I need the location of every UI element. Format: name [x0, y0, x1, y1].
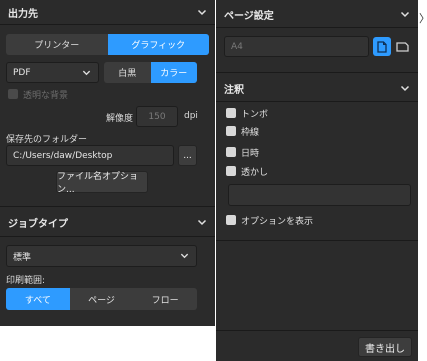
print-range-toggle: すべて ページ フロー [6, 288, 197, 310]
color-mode-color-option[interactable]: カラー [150, 62, 197, 83]
landscape-page-icon [395, 41, 409, 52]
checkbox-box [226, 215, 236, 225]
chevron-down-icon [82, 68, 92, 78]
save-folder-label: 保存先のフォルダー [6, 135, 88, 145]
paper-size-input[interactable]: A4 [224, 36, 369, 57]
crop-marks-checkbox[interactable]: トンボ [226, 107, 269, 120]
chevron-down-icon [180, 251, 190, 261]
portrait-page-icon [377, 40, 387, 53]
divider [216, 330, 418, 331]
checkbox-box [226, 126, 236, 136]
checkbox-box [226, 108, 236, 118]
divider [216, 27, 418, 28]
format-select[interactable]: PDF [6, 62, 99, 83]
job-type-select[interactable]: 標準 [6, 245, 197, 267]
chevron-down-icon [400, 83, 410, 93]
print-range-flow-option[interactable]: フロー [133, 288, 197, 310]
job-type-section-header[interactable]: ジョブタイプ [0, 210, 215, 234]
resolution-input[interactable]: 150 [136, 106, 178, 127]
date-time-label: 日時 [241, 148, 260, 159]
filename-options-button[interactable]: ファイル名オプション... [56, 171, 148, 195]
frame-lines-label: 枠線 [241, 127, 260, 138]
export-button[interactable]: 書き出し [358, 337, 412, 357]
checkbox-box [226, 147, 236, 157]
checkbox-box [226, 166, 236, 176]
watermark-text-input[interactable] [228, 184, 411, 206]
format-value: PDF [13, 67, 31, 78]
chevron-down-icon [197, 217, 207, 227]
side-strip: 〉 [418, 0, 427, 361]
resolution-label: 解像度 [106, 114, 134, 124]
transparent-background-label: 透明な背景 [23, 90, 69, 101]
color-mode-toggle: 白黒 カラー [104, 62, 197, 83]
browse-folder-button[interactable]: ... [178, 145, 197, 166]
divider [216, 101, 418, 102]
left-panel: 出力先 プリンター グラフィック PDF 白黒 カラー 透明な背景 解像度 15… [0, 0, 215, 326]
save-folder-input[interactable]: C:/Users/daw/Desktop [6, 145, 174, 166]
print-range-label: 印刷範囲: [6, 276, 46, 286]
divider [0, 24, 215, 25]
expand-arrow-icon[interactable]: 〉 [419, 10, 427, 26]
transparent-background-checkbox[interactable]: 透明な背景 [8, 88, 69, 101]
output-section-header[interactable]: 出力先 [0, 0, 215, 24]
chevron-down-icon [197, 7, 207, 17]
watermark-checkbox[interactable]: 透かし [226, 165, 269, 178]
notes-section-title: 注釈 [224, 84, 244, 96]
watermark-label: 透かし [241, 167, 269, 178]
destination-graphic-option[interactable]: グラフィック [107, 34, 209, 55]
destination-printer-option[interactable]: プリンター [6, 34, 108, 55]
output-section-title: 出力先 [8, 8, 38, 20]
color-mode-mono-option[interactable]: 白黒 [104, 62, 151, 83]
notes-section-header[interactable]: 注釈 [216, 76, 418, 100]
divider [216, 72, 418, 73]
show-options-checkbox[interactable]: オプションを表示 [226, 214, 314, 227]
job-type-value: 標準 [13, 252, 32, 263]
show-options-label: オプションを表示 [241, 216, 314, 227]
destination-toggle: プリンター グラフィック [6, 34, 209, 55]
print-range-page-option[interactable]: ページ [70, 288, 134, 310]
print-range-all-option[interactable]: すべて [6, 288, 70, 310]
divider [0, 236, 215, 237]
divider [0, 206, 215, 207]
frame-lines-checkbox[interactable]: 枠線 [226, 125, 260, 138]
job-type-section-title: ジョブタイプ [8, 218, 68, 230]
divider [216, 240, 418, 241]
landscape-orientation-button[interactable] [393, 37, 411, 56]
right-panel: ページ設定 A4 注釈 トンボ 枠線 日時 透かし オプションを表示 書き出し [216, 0, 418, 361]
page-setup-section-title: ページ設定 [224, 10, 274, 22]
page-setup-section-header[interactable]: ページ設定 [216, 2, 418, 26]
portrait-orientation-button[interactable] [373, 37, 391, 56]
date-time-checkbox[interactable]: 日時 [226, 146, 260, 159]
checkbox-box [8, 89, 18, 99]
resolution-unit: dpi [184, 111, 198, 121]
crop-marks-label: トンボ [241, 109, 269, 120]
chevron-down-icon [400, 9, 410, 19]
